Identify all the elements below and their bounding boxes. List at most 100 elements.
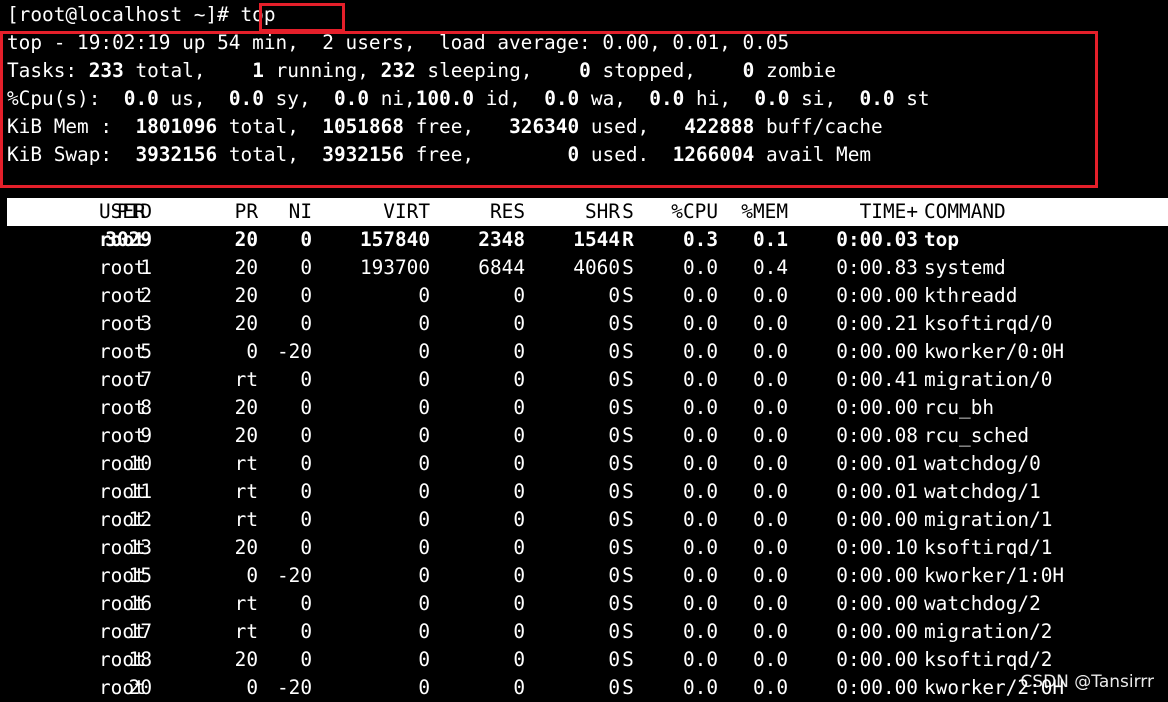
cell-user: root [99, 396, 146, 419]
cell-ni: -20 [276, 564, 312, 587]
cell-virt: 0 [418, 312, 430, 335]
cell-s: S [622, 676, 634, 699]
table-row[interactable]: 13 root 20 0 0 0 0 S 0.0 0.0 0:00.10 ksoftirqd/1 [7, 534, 1168, 562]
cell-user: root [99, 564, 146, 587]
cell-user: root [99, 368, 146, 391]
cell-mem: 0.1 [752, 228, 788, 251]
cell-ni: -20 [276, 340, 312, 363]
cell-mem: 0.0 [752, 480, 788, 503]
cell-cpu: 0.0 [682, 676, 718, 699]
cell-virt: 0 [418, 508, 430, 531]
cell-pr: 20 [234, 312, 258, 335]
cell-pr: 20 [234, 228, 258, 251]
table-row[interactable]: 15 root 0 -20 0 0 0 S 0.0 0.0 0:00.00 kworker/1:0H [7, 562, 1168, 590]
cell-ni: 0 [300, 368, 312, 391]
cell-cpu: 0.0 [682, 480, 718, 503]
cell-time: 0:00.00 [836, 592, 918, 615]
cell-s: S [622, 368, 634, 391]
table-row[interactable]: 5 root 0 -20 0 0 0 S 0.0 0.0 0:00.00 kworker/0:0H [7, 338, 1168, 366]
cell-user: root [99, 648, 146, 671]
cell-shr: 1544 [573, 228, 620, 251]
cell-user: root [99, 340, 146, 363]
table-row[interactable]: 11 root rt 0 0 0 0 S 0.0 0.0 0:00.01 watchdog/1 [7, 478, 1168, 506]
cell-pr: 20 [234, 256, 258, 279]
header-s[interactable]: S [616, 198, 640, 226]
cell-user: root [99, 284, 146, 307]
table-row[interactable]: 2 root 20 0 0 0 0 S 0.0 0.0 0:00.00 kthreadd [7, 282, 1168, 310]
cell-ni: 0 [300, 228, 312, 251]
cell-res: 0 [513, 536, 525, 559]
cell-res: 0 [513, 564, 525, 587]
cell-shr: 0 [608, 284, 620, 307]
cell-cpu: 0.0 [682, 508, 718, 531]
cell-user: root [99, 480, 146, 503]
cell-shr: 4060 [573, 256, 620, 279]
cell-pr: 20 [234, 396, 258, 419]
header-res[interactable]: RES [430, 198, 525, 226]
cell-command: kthreadd [924, 284, 1018, 307]
header-command[interactable]: COMMAND [924, 198, 1006, 226]
table-row[interactable]: 18 root 20 0 0 0 0 S 0.0 0.0 0:00.00 ksoftirqd/2 [7, 646, 1168, 674]
cell-virt: 0 [418, 424, 430, 447]
cell-shr: 0 [608, 480, 620, 503]
header-mem[interactable]: %MEM [718, 198, 788, 226]
header-shr[interactable]: SHR [525, 198, 620, 226]
table-row[interactable]: 9 root 20 0 0 0 0 S 0.0 0.0 0:00.08 rcu_sched [7, 422, 1168, 450]
cell-user: root [99, 592, 146, 615]
cell-mem: 0.0 [752, 312, 788, 335]
cell-time: 0:00.03 [836, 228, 918, 251]
table-row[interactable]: 3029 root 20 0 157840 2348 1544 R 0.3 0.1 0:00.03 t… [7, 226, 1168, 254]
cell-user: root [99, 424, 146, 447]
cell-res: 0 [513, 480, 525, 503]
cell-mem: 0.0 [752, 396, 788, 419]
cell-shr: 0 [608, 424, 620, 447]
cell-command: kworker/1:0H [924, 564, 1065, 587]
table-row[interactable]: 12 root rt 0 0 0 0 S 0.0 0.0 0:00.00 migration/1 [7, 506, 1168, 534]
cell-ni: 0 [300, 508, 312, 531]
cell-res: 0 [513, 648, 525, 671]
cell-virt: 0 [418, 592, 430, 615]
cell-ni: -20 [276, 676, 312, 699]
cell-ni: 0 [300, 592, 312, 615]
cell-res: 6844 [478, 256, 525, 279]
header-pr[interactable]: PR [207, 198, 258, 226]
header-virt[interactable]: VIRT [312, 198, 430, 226]
header-ni[interactable]: NI [264, 198, 312, 226]
terminal-window[interactable]: [root@localhost ~]# top top - 19:02:19 u… [0, 0, 1168, 700]
table-row[interactable]: 16 root rt 0 0 0 0 S 0.0 0.0 0:00.00 watchdog/2 [7, 590, 1168, 618]
command-highlight-box [259, 3, 345, 32]
cell-shr: 0 [608, 536, 620, 559]
cell-command: migration/0 [924, 368, 1053, 391]
cell-res: 0 [513, 508, 525, 531]
cell-shr: 0 [608, 592, 620, 615]
cell-pr: rt [234, 592, 258, 615]
cell-user: root [99, 508, 146, 531]
cell-mem: 0.4 [752, 256, 788, 279]
cell-s: S [622, 452, 634, 475]
cell-time: 0:00.01 [836, 452, 918, 475]
table-row[interactable]: 10 root rt 0 0 0 0 S 0.0 0.0 0:00.01 watchdog/0 [7, 450, 1168, 478]
table-row[interactable]: 20 root 0 -20 0 0 0 S 0.0 0.0 0:00.00 kworker/2:0H [7, 674, 1168, 702]
table-row[interactable]: 17 root rt 0 0 0 0 S 0.0 0.0 0:00.00 migration/2 [7, 618, 1168, 646]
header-time[interactable]: TIME+ [788, 198, 918, 226]
cell-time: 0:00.00 [836, 564, 918, 587]
cell-virt: 0 [418, 396, 430, 419]
cell-command: ksoftirqd/1 [924, 536, 1053, 559]
cell-user: root [99, 536, 146, 559]
table-row[interactable]: 1 root 20 0 193700 6844 4060 S 0.0 0.4 0:00.83 syst… [7, 254, 1168, 282]
cell-time: 0:00.10 [836, 536, 918, 559]
cell-pr: 0 [246, 564, 258, 587]
cell-cpu: 0.0 [682, 284, 718, 307]
table-row[interactable]: 3 root 20 0 0 0 0 S 0.0 0.0 0:00.21 ksoftirqd/0 [7, 310, 1168, 338]
cell-cpu: 0.0 [682, 396, 718, 419]
table-row[interactable]: 8 root 20 0 0 0 0 S 0.0 0.0 0:00.00 rcu_bh [7, 394, 1168, 422]
cell-cpu: 0.0 [682, 340, 718, 363]
cell-mem: 0.0 [752, 536, 788, 559]
header-cpu[interactable]: %CPU [640, 198, 718, 226]
table-row[interactable]: 7 root rt 0 0 0 0 S 0.0 0.0 0:00.41 migration/0 [7, 366, 1168, 394]
cell-mem: 0.0 [752, 508, 788, 531]
cell-command: systemd [924, 256, 1006, 279]
cell-virt: 0 [418, 480, 430, 503]
header-user[interactable]: USER [99, 198, 146, 226]
cell-cpu: 0.3 [682, 228, 718, 251]
